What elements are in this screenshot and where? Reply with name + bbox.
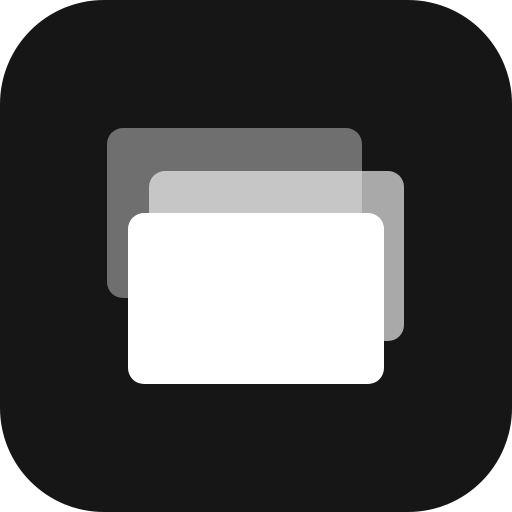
front-card [128, 213, 384, 384]
stacked-cards-app-icon [0, 0, 512, 512]
